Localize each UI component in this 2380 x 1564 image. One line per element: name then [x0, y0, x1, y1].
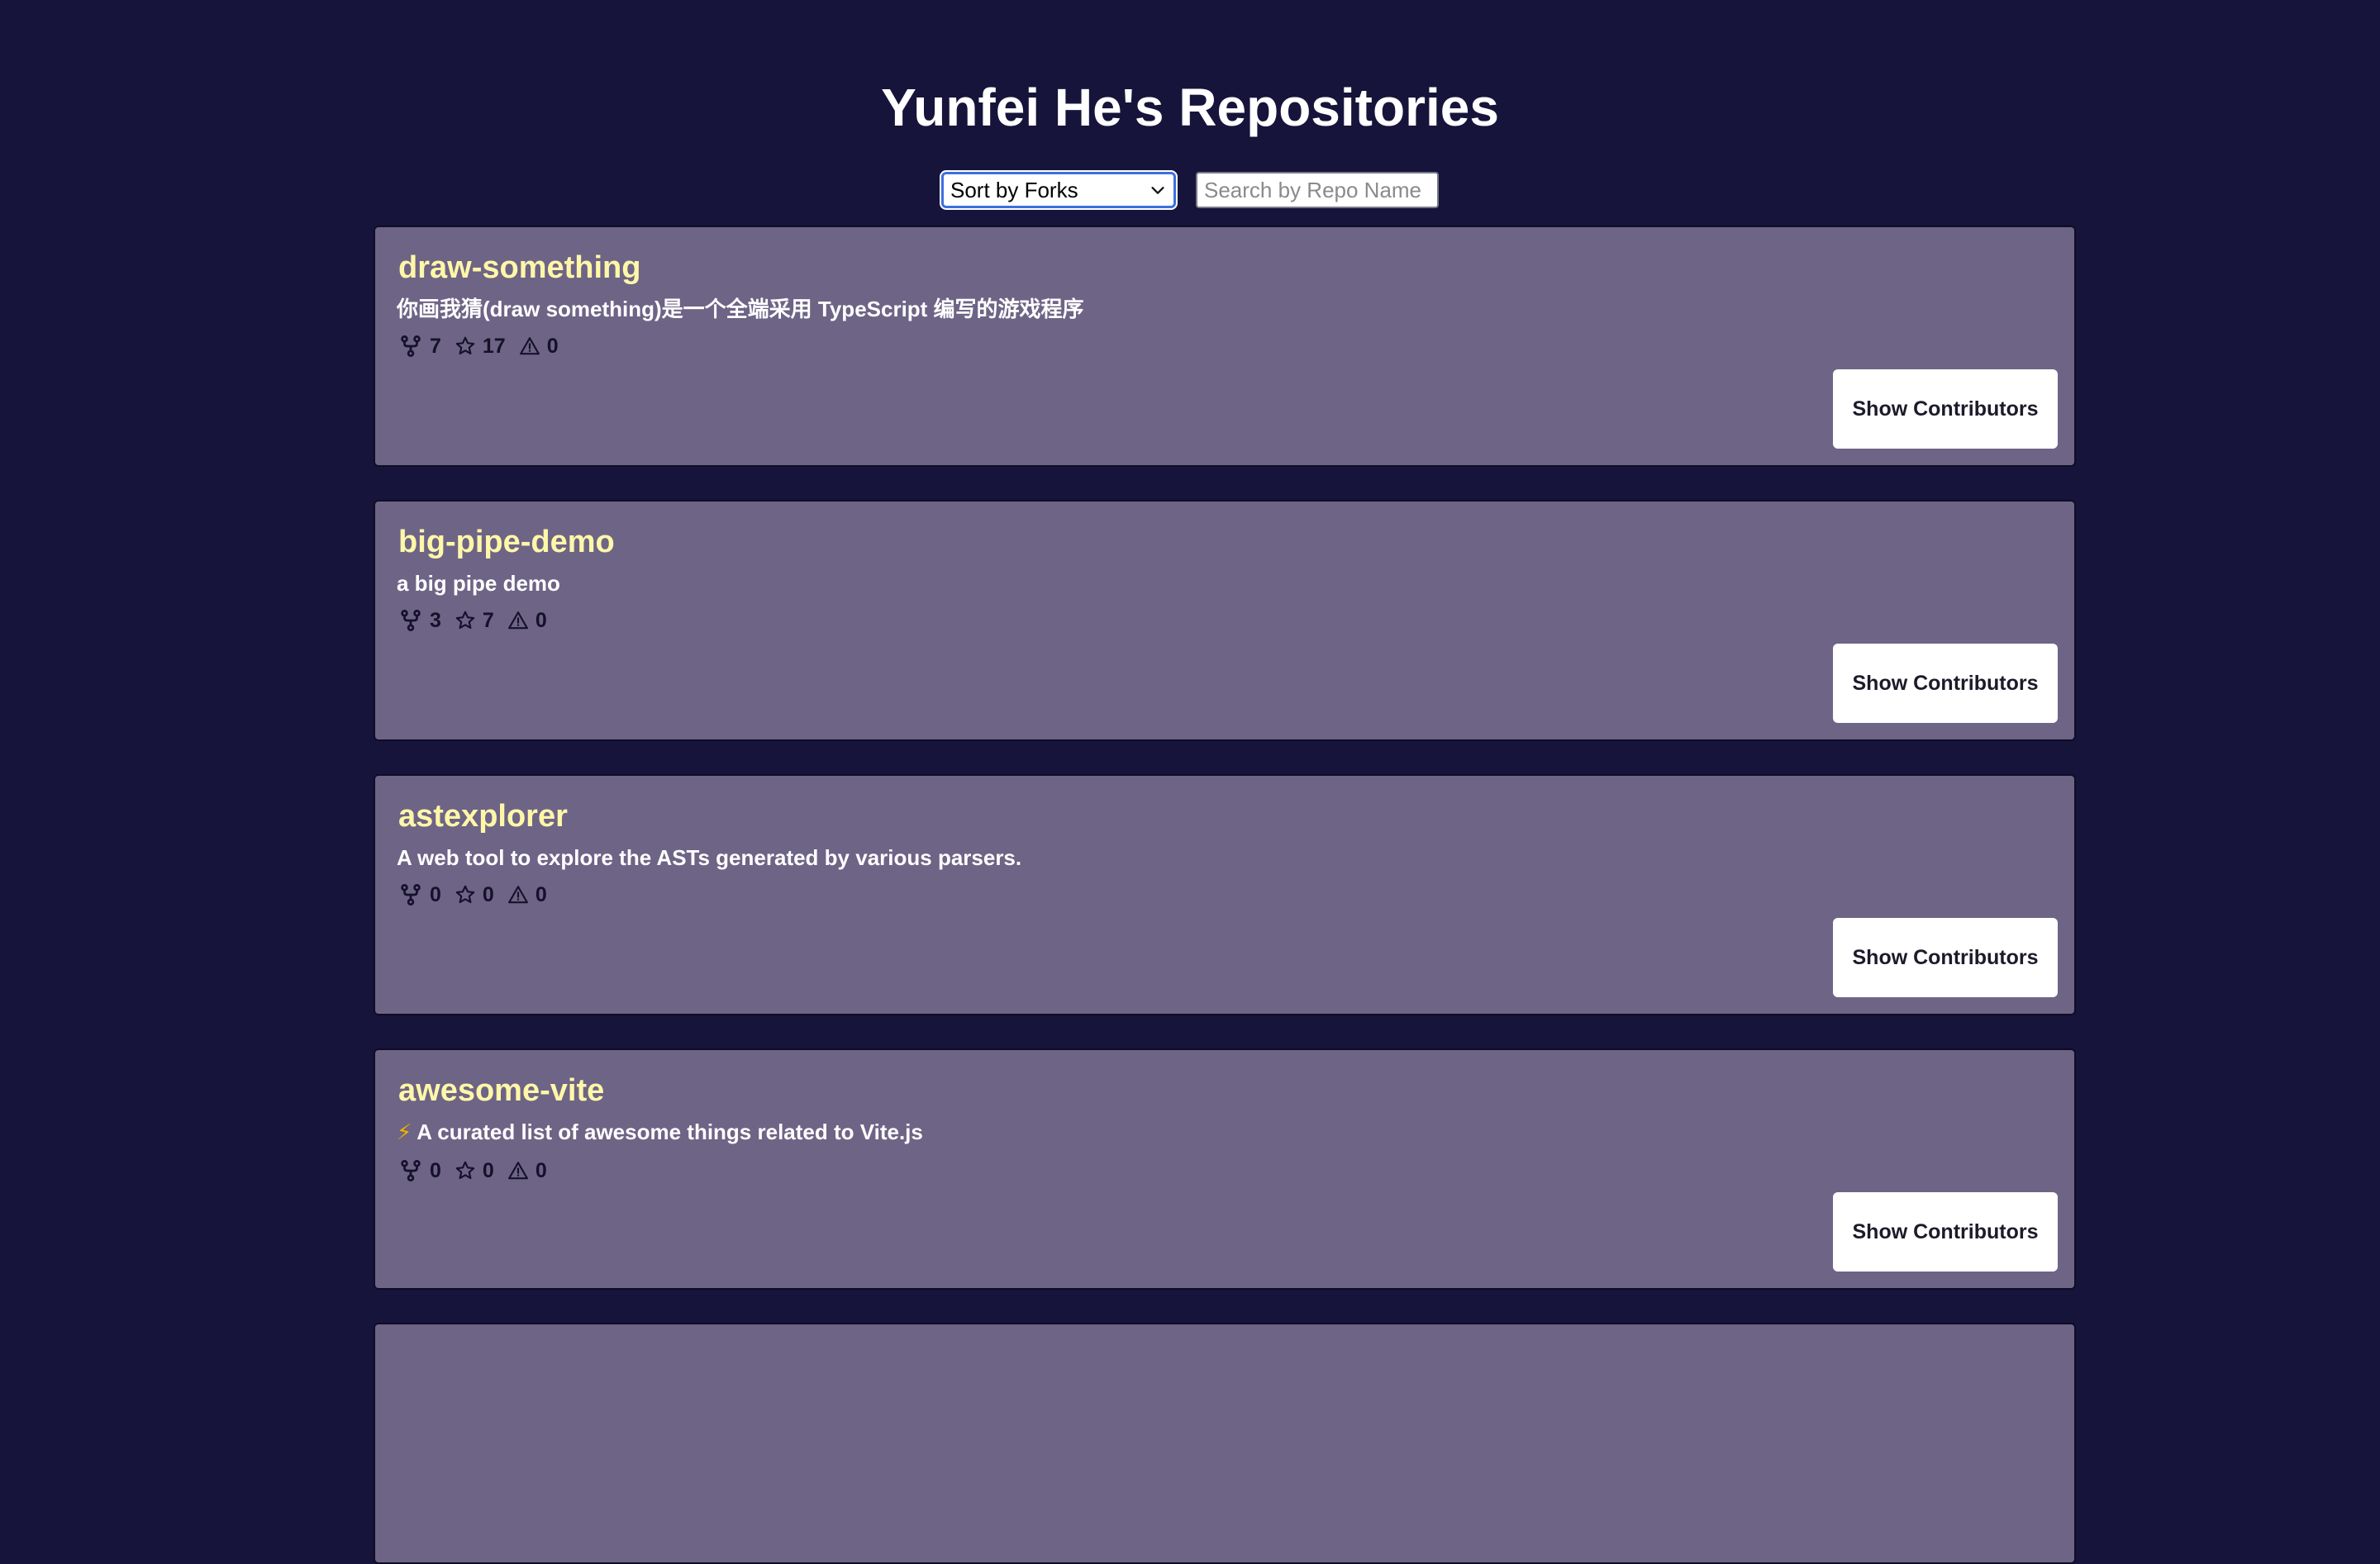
- lightning-icon: ⚡: [397, 1120, 412, 1144]
- star-icon: [455, 611, 475, 630]
- repo-stats: 0 0 0: [398, 1158, 560, 1184]
- repo-name[interactable]: big-pipe-demo: [398, 523, 615, 561]
- issue-count: 0: [546, 335, 559, 358]
- repo-description: A web tool to explore the ASTs generated…: [397, 845, 1022, 870]
- issue-count: 0: [535, 883, 547, 906]
- show-contributors-button[interactable]: Show Contributors: [1833, 1192, 2058, 1272]
- show-contributors-button[interactable]: Show Contributors: [1833, 369, 2058, 449]
- repo-description: 你画我猜(draw something)是一个全端采用 TypeScript 编…: [397, 297, 1084, 321]
- fork-icon: [401, 335, 421, 358]
- controls-bar: Sort by Forks: [0, 172, 2380, 208]
- fork-count: 7: [430, 335, 441, 358]
- star-count: 7: [482, 609, 494, 632]
- fork-icon: [401, 1160, 421, 1182]
- repo-name[interactable]: astexplorer: [398, 797, 568, 835]
- issue-count: 0: [535, 1159, 547, 1182]
- warning-icon: [507, 611, 528, 630]
- search-input[interactable]: [1196, 172, 1439, 208]
- repo-description: a big pipe demo: [397, 571, 560, 596]
- repo-stats: 3 7 0: [398, 607, 560, 634]
- warning-icon: [519, 337, 540, 355]
- issue-count: 0: [535, 609, 547, 632]
- repo-description: ⚡ A curated list of awesome things relate…: [397, 1118, 923, 1146]
- star-icon: [455, 1161, 475, 1180]
- repo-name[interactable]: awesome-vite: [398, 1072, 604, 1110]
- star-count: 17: [482, 335, 506, 358]
- show-contributors-button[interactable]: Show Contributors: [1833, 644, 2058, 723]
- chevron-down-icon: [1151, 187, 1164, 194]
- repo-description-text: A curated list of awesome things related…: [416, 1120, 923, 1144]
- repo-stats: 7 17 0: [398, 333, 572, 359]
- fork-count: 0: [430, 883, 441, 906]
- sort-select[interactable]: Sort by Forks: [941, 172, 1176, 208]
- show-contributors-button[interactable]: Show Contributors: [1833, 918, 2058, 997]
- page-title: Yunfei He's Repositories: [881, 78, 1499, 137]
- star-icon: [455, 885, 475, 904]
- repo-card: awesome-vite ⚡ A curated list of awesome …: [374, 1048, 2076, 1290]
- fork-icon: [401, 610, 421, 632]
- repo-name[interactable]: draw-something: [398, 249, 640, 287]
- repo-card: big-pipe-demo a big pipe demo 3 7 0 Show…: [374, 500, 2076, 741]
- fork-count: 3: [430, 609, 441, 632]
- warning-icon: [507, 886, 528, 904]
- star-count: 0: [482, 1159, 494, 1182]
- repo-card: draw-something 你画我猜(draw something)是一个全端…: [374, 226, 2076, 467]
- warning-icon: [507, 1162, 528, 1180]
- repo-card: astexplorer A web tool to explore the AS…: [374, 774, 2076, 1015]
- repo-list: draw-something 你画我猜(draw something)是一个全端…: [374, 226, 2076, 1564]
- star-icon: [455, 336, 475, 355]
- repo-stats: 0 0 0: [398, 882, 560, 908]
- sort-select-value: Sort by Forks: [950, 177, 1078, 202]
- fork-count: 0: [430, 1159, 441, 1182]
- star-count: 0: [482, 883, 494, 906]
- repo-card: [374, 1323, 2076, 1564]
- fork-icon: [401, 884, 421, 906]
